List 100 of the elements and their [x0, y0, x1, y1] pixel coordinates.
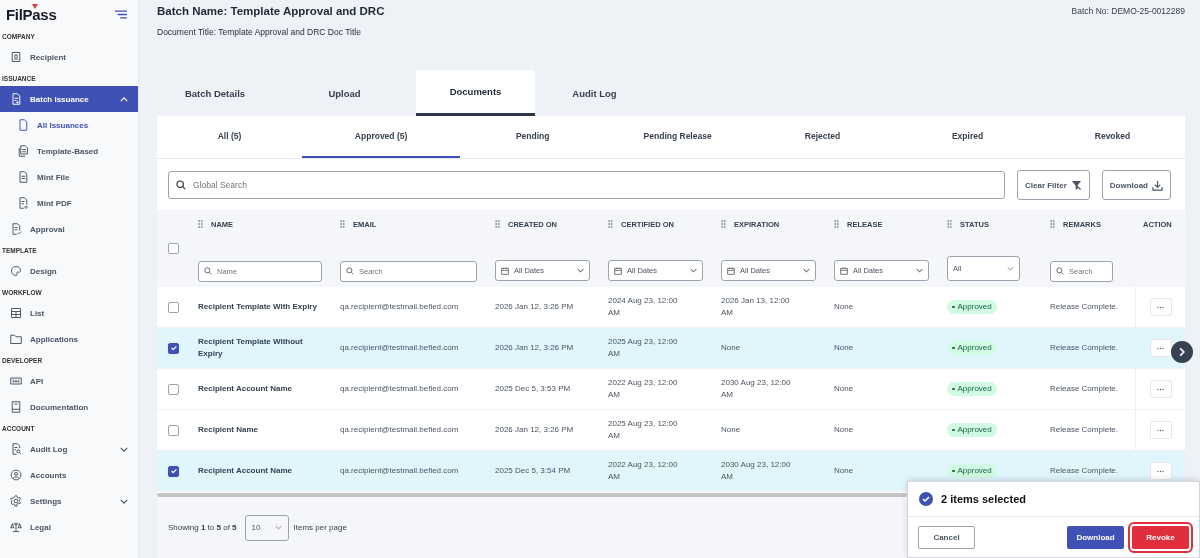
filter-icon	[1070, 179, 1082, 191]
chevron-icon	[690, 268, 697, 273]
table-cell-text: 2025 Dec 5, 3:54 PM	[495, 464, 571, 477]
chevron-icon	[120, 96, 128, 102]
nav-item[interactable]: Applications	[0, 326, 138, 352]
nav-subitem[interactable]: Template-Based	[0, 138, 138, 164]
table-cell-text: 2025 Aug 23, 12:00 AM	[608, 335, 679, 360]
batch-number: Batch No: DEMO-25-0012289	[1071, 5, 1185, 18]
nav-item[interactable]: Design	[0, 258, 138, 284]
table-cell-text: Release Complete.	[1050, 382, 1119, 395]
nav-item[interactable]: Approval	[0, 216, 138, 242]
calendar-icon	[840, 266, 848, 275]
table-cell-text: Release Complete.	[1050, 341, 1119, 354]
table-cell-text: 2022 Aug 23, 12:00 AM	[608, 376, 679, 401]
chevron-icon	[916, 268, 923, 273]
status-badge: Approved	[947, 381, 997, 397]
nav-subitem[interactable]: Mint PDF	[0, 190, 138, 216]
drag-handle-icon[interactable]	[1050, 220, 1055, 228]
calendar-icon	[501, 266, 509, 275]
label-icon	[10, 375, 22, 387]
table-cell-text: 2026 Jan 12, 3:26 PM	[495, 300, 574, 313]
drag-handle-icon[interactable]	[834, 220, 839, 228]
table-cell-text: None	[721, 423, 741, 436]
pagination-summary: Showing 1 to 5 of 5	[168, 523, 237, 532]
drag-handle-icon[interactable]	[340, 220, 345, 228]
table-row[interactable]: Recipient Account Name qa.recipient@testmail.befied.com 2025 Dec 5, 3:53 PM 2022 Aug 23, 12:00 AM 2030 Aug 23, 12:00 AM None Approved Release Complete.	[157, 369, 1185, 410]
document-title: Document Title: Template Approval and DRC Doc Title	[157, 27, 362, 37]
nav-item[interactable]: Accounts	[0, 462, 138, 488]
table-row[interactable]: Recipient Name qa.recipient@testmail.befied.com 2026 Jan 12, 3:26 PM 2025 Aug 23, 12:00 AM None None Approved Release Complete.	[157, 410, 1185, 451]
table-cell-text: 2026 Jan 12, 3:26 PM	[495, 341, 574, 354]
row-checkbox[interactable]	[168, 301, 179, 313]
table-cell-text: None	[834, 382, 854, 395]
status-badge: Approved	[947, 340, 997, 356]
drag-handle-icon[interactable]	[198, 220, 203, 228]
status-badge: Approved	[947, 422, 997, 438]
more-icon	[1157, 305, 1164, 309]
table-cell-text: Recipient Template With Expiry	[198, 300, 317, 313]
person-icon	[10, 51, 22, 63]
table-cell-text: None	[721, 341, 741, 354]
document-search-icon	[10, 443, 22, 455]
download-button[interactable]: Download	[1067, 525, 1124, 549]
cancel-button[interactable]: Cancel	[918, 525, 975, 549]
drag-handle-icon[interactable]	[608, 220, 613, 228]
selection-count: 2 items selected	[941, 493, 1026, 505]
nav-item[interactable]: Settings	[0, 488, 138, 514]
row-checkbox[interactable]	[168, 465, 179, 477]
search-field[interactable]: Global Search	[168, 171, 1005, 199]
clear-filter-button[interactable]: Clear Filter	[1017, 170, 1090, 200]
nav-item[interactable]: List	[0, 300, 138, 326]
table-cell-text: 2024 Aug 23, 12:00 AM	[608, 294, 679, 319]
tab[interactable]: Audit Log	[535, 70, 654, 116]
table-row[interactable]: Recipient Template Without Expiry qa.recipient@testmail.befied.com 2026 Jan 12, 3:26 PM 2025 Aug 23, 12:00 AM None None Approved Release Complete.	[157, 328, 1185, 369]
folder-icon	[10, 333, 22, 345]
table-row[interactable]: Recipient Account Name qa.recipient@testmail.befied.com 2025 Dec 5, 3:54 PM 2022 Aug 23, 12:00 AM 2030 Aug 23, 12:00 AM None Approved Release Complete.	[157, 451, 1185, 492]
row-checkbox[interactable]	[168, 424, 179, 436]
more-button[interactable]	[1149, 421, 1172, 439]
documents-icon	[17, 145, 29, 157]
nav-subitem[interactable]: All Issuances	[0, 112, 138, 138]
select-all-checkbox[interactable]	[168, 243, 179, 254]
check-circle-icon	[919, 492, 933, 506]
search-icon	[1056, 266, 1064, 275]
more-button[interactable]	[1149, 380, 1172, 398]
tab[interactable]: Batch Details	[157, 70, 273, 116]
download-button[interactable]: Download	[1101, 170, 1171, 200]
table-cell-text: 2030 Aug 23, 12:00 AM	[721, 458, 792, 483]
page-size-select[interactable]: 10	[244, 514, 289, 541]
drag-handle-icon[interactable]	[947, 220, 952, 228]
nav-subitem[interactable]: Mint File	[0, 164, 138, 190]
drag-handle-icon[interactable]	[721, 220, 726, 228]
table-cell-text: None	[834, 464, 854, 477]
drag-handle-icon[interactable]	[495, 220, 500, 228]
menu-icon[interactable]	[115, 9, 127, 19]
check-icon	[169, 467, 178, 475]
more-icon	[1157, 346, 1164, 350]
nav-item[interactable]: Documentation	[0, 394, 138, 420]
tab[interactable]: Upload	[273, 70, 416, 116]
chevron-icon	[120, 498, 128, 504]
next-arrow-button[interactable]	[1171, 341, 1193, 363]
table-cell-text: None	[834, 300, 854, 313]
table-cell-text: qa.recipient@testmail.befied.com	[340, 382, 459, 395]
more-button[interactable]	[1149, 298, 1172, 316]
table-cell-text: qa.recipient@testmail.befied.com	[340, 423, 459, 436]
table-cell-text: qa.recipient@testmail.befied.com	[340, 464, 459, 477]
more-button[interactable]	[1149, 462, 1172, 480]
nav-item[interactable]: API	[0, 368, 138, 394]
table-cell-text: Recipient Account Name	[198, 464, 292, 477]
table-row[interactable]: Recipient Template With Expiry qa.recipient@testmail.befied.com 2026 Jan 12, 3:26 PM 2024 Aug 23, 12:00 AM 2026 Jan 13, 12:00 AM None Approved Release Complete.	[157, 287, 1185, 328]
table-cell-text: 2026 Jan 12, 3:26 PM	[495, 423, 574, 436]
row-checkbox[interactable]	[168, 383, 179, 395]
table-cell-text: Release Complete.	[1050, 423, 1119, 436]
nav-item[interactable]: Audit Log	[0, 436, 138, 462]
row-checkbox[interactable]	[168, 342, 179, 354]
table-cell-text: qa.recipient@testmail.befied.com	[340, 300, 459, 313]
nav-item[interactable]: Recipient	[0, 44, 138, 70]
nav-item[interactable]: Batch Issuance	[0, 86, 138, 112]
status-badge: Approved	[947, 463, 997, 479]
search-icon	[346, 266, 354, 275]
scrollbar[interactable]	[157, 493, 907, 497]
tab[interactable]: Documents	[416, 70, 535, 116]
nav-item[interactable]: Legal	[0, 514, 138, 540]
